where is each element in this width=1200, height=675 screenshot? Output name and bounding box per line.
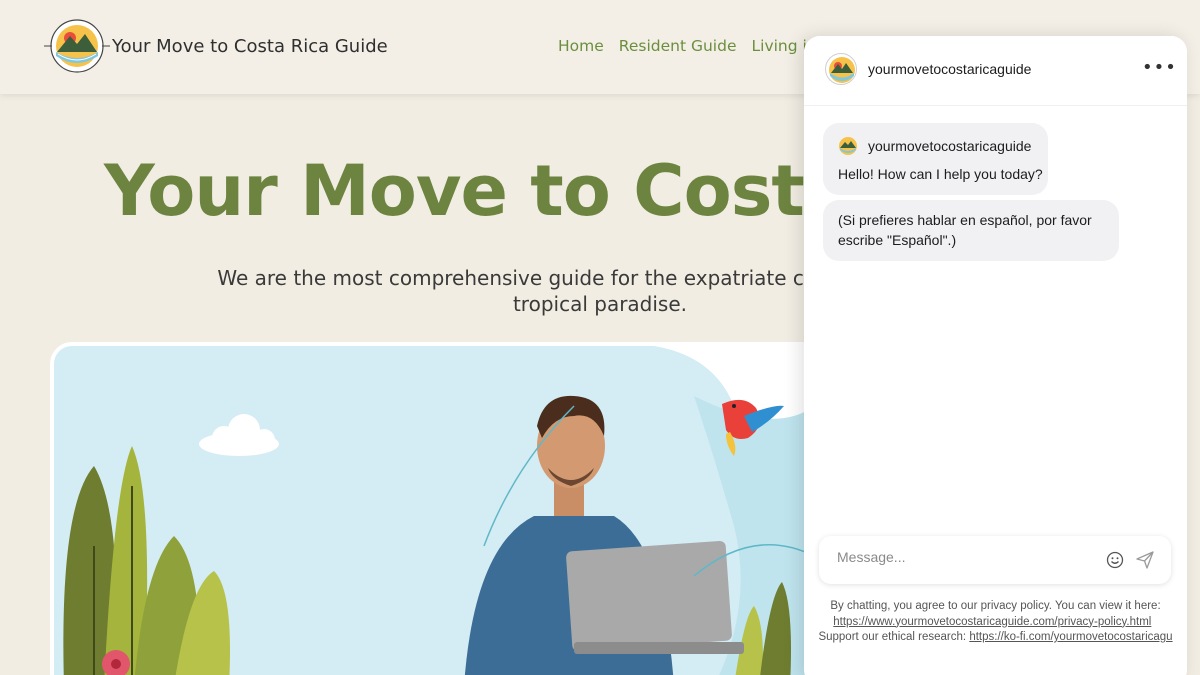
chat-header: yourmovetocostaricaguide ••• [804, 36, 1187, 106]
message-input[interactable] [837, 549, 1087, 565]
nav-home[interactable]: Home [558, 37, 604, 55]
site-title[interactable]: Your Move to Costa Rica Guide [112, 36, 388, 57]
chat-message: yourmovetocostaricaguide Hello! How can … [823, 123, 1048, 195]
laptop-icon [566, 540, 732, 652]
bot-mini-avatar-icon [838, 136, 858, 156]
main-nav: Home Resident Guide Living in C [558, 37, 832, 55]
message-author: yourmovetocostaricaguide [868, 138, 1032, 154]
hero-title: Your Move to Costa R [104, 150, 927, 232]
message-composer [819, 536, 1171, 584]
nav-resident-guide[interactable]: Resident Guide [619, 37, 737, 55]
site-logo-icon[interactable] [44, 16, 110, 76]
support-text: Support our ethical research: [818, 631, 967, 643]
support-link[interactable]: https://ko-fi.com/yourmovetocostaricagu [969, 631, 1172, 643]
disclaimer-text: By chatting, you agree to our privacy po… [830, 600, 1161, 612]
emoji-icon[interactable] [1106, 551, 1124, 569]
hero-illustration [50, 342, 830, 675]
send-icon[interactable] [1135, 550, 1155, 570]
chat-widget: yourmovetocostaricaguide ••• yourmovetoc… [804, 36, 1187, 675]
bot-avatar-icon [825, 53, 857, 85]
more-options-icon[interactable]: ••• [1142, 57, 1177, 78]
chat-message: (Si prefieres hablar en español, por fav… [823, 200, 1119, 261]
bot-name: yourmovetocostaricaguide [868, 61, 1032, 77]
privacy-policy-link[interactable]: https://www.yourmovetocostaricaguide.com… [833, 616, 1151, 628]
hero-illustration-art [54, 346, 826, 675]
chat-disclaimer: By chatting, you agree to our privacy po… [814, 599, 1177, 646]
message-text: Hello! How can I help you today? [838, 166, 1043, 182]
